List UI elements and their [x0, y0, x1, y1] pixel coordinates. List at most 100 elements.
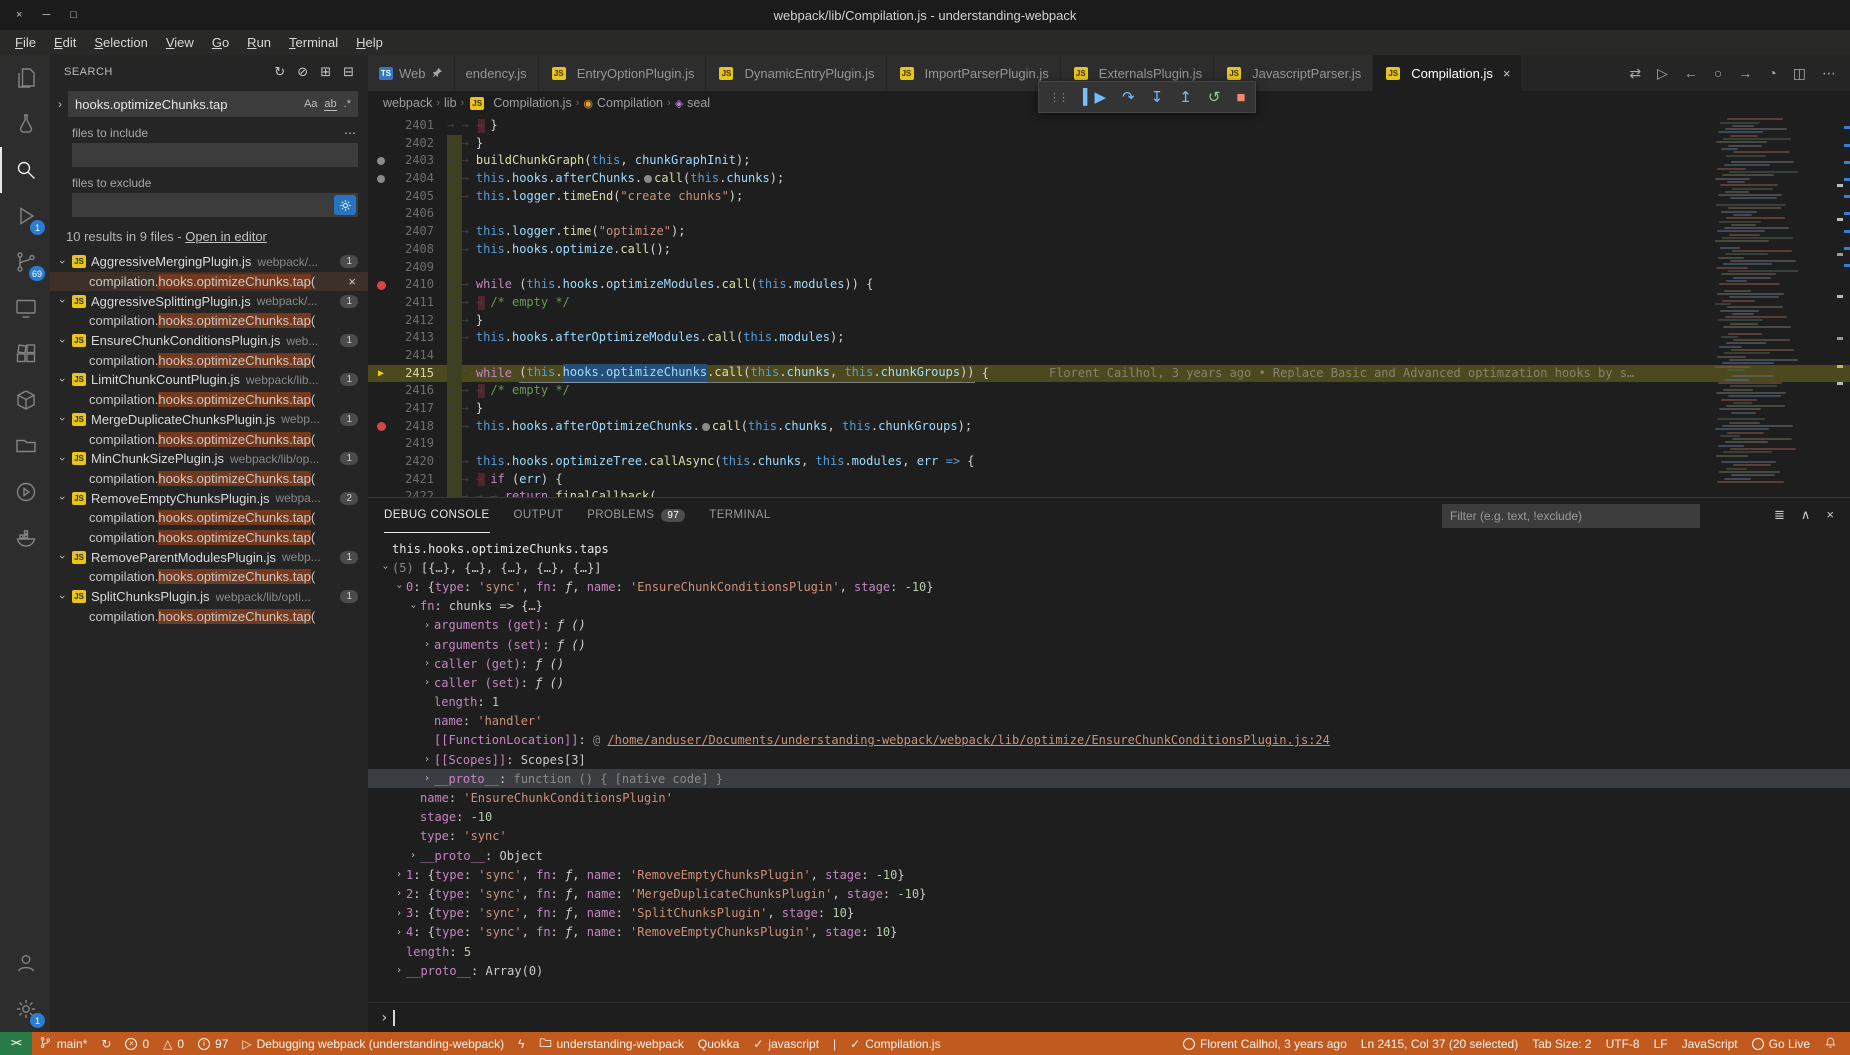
step-over-button[interactable]: ↷ — [1122, 88, 1135, 106]
breakpoint-gutter[interactable] — [368, 157, 394, 165]
search-result-file[interactable]: ›JSLimitChunkCountPlugin.jswebpack/lib..… — [50, 370, 368, 390]
step-into-button[interactable]: ↧ — [1151, 88, 1164, 106]
tab-dynamicentryplugin-js[interactable]: JSDynamicEntryPlugin.js — [706, 55, 885, 91]
chevron-collapsed-icon[interactable]: › — [420, 620, 434, 631]
console-row[interactable]: ›caller (get): ƒ () — [368, 654, 1850, 673]
console-row[interactable]: ›caller (set): ƒ () — [368, 673, 1850, 692]
search-match-row[interactable]: compilation.hooks.optimizeChunks.tap(× — [50, 272, 368, 292]
chevron-down-icon[interactable]: › — [56, 333, 68, 349]
status-debug-status[interactable]: ▷Debugging webpack (understanding-webpac… — [235, 1032, 511, 1055]
chevron-down-icon[interactable]: › — [56, 372, 68, 388]
status-sync[interactable]: ↻ — [94, 1032, 118, 1055]
files-to-include-input[interactable] — [72, 143, 358, 167]
clear-results-icon[interactable]: ⊘ — [297, 64, 308, 79]
split-editor-icon[interactable]: ◫ — [1793, 65, 1806, 82]
code-line-content[interactable]: →→while (this.hooks.optimizeChunks.call(… — [447, 365, 1850, 383]
menu-selection[interactable]: Selection — [85, 34, 156, 51]
search-match-row[interactable]: compilation.hooks.optimizeChunks.tap( — [50, 311, 368, 331]
activity-settings-icon[interactable]: 1 — [0, 986, 50, 1032]
search-match-row[interactable]: compilation.hooks.optimizeChunks.tap( — [50, 567, 368, 587]
code-line-content[interactable]: →→this.hooks.optimizeTree.callAsync(this… — [447, 453, 1850, 471]
chevron-collapsed-icon[interactable]: › — [420, 677, 434, 688]
breakpoint-gutter[interactable] — [368, 281, 394, 290]
breadcrumb-item-lib[interactable]: lib — [444, 96, 457, 110]
code-line[interactable]: ▶2415→→while (this.hooks.optimizeChunks.… — [368, 365, 1850, 383]
code-line-content[interactable]: →→this.hooks.afterOptimizeModules.call(t… — [447, 329, 1850, 347]
chevron-down-icon[interactable]: › — [56, 451, 68, 467]
restart-button[interactable]: ↺ — [1208, 88, 1221, 106]
activity-explorer-icon[interactable] — [0, 55, 50, 101]
status-quokka[interactable]: Quokka — [691, 1032, 746, 1055]
code-line[interactable]: 2402→→} — [368, 135, 1850, 153]
panel-tab-terminal[interactable]: TERMINAL — [709, 498, 770, 533]
status-encoding[interactable]: UTF-8 — [1599, 1032, 1647, 1055]
console-row[interactable]: ›4: {type: 'sync', fn: ƒ, name: 'RemoveE… — [368, 923, 1850, 942]
chevron-expanded-icon[interactable]: › — [408, 599, 419, 613]
console-row[interactable]: ›fn: chunks => {…} — [368, 597, 1850, 616]
code-line-content[interactable] — [447, 347, 1850, 365]
code-line-content[interactable]: →→→→return finalCallback( — [447, 488, 1850, 497]
code-line[interactable]: 2414 — [368, 347, 1850, 365]
toolbar-drag-handle[interactable]: ⋮⋮ — [1049, 91, 1067, 104]
tab-importparserplugin-js[interactable]: JSImportParserPlugin.js — [887, 55, 1060, 91]
activity-gitlens-icon[interactable] — [0, 101, 50, 147]
panel-tab-output[interactable]: OUTPUT — [514, 498, 564, 533]
minimize-window-icon[interactable]: ─ — [42, 9, 50, 21]
status-language[interactable]: JavaScript — [1675, 1032, 1745, 1055]
chevron-down-icon[interactable]: › — [56, 411, 68, 427]
menu-go[interactable]: Go — [203, 34, 238, 51]
status-eol[interactable]: LF — [1647, 1032, 1675, 1055]
search-match-row[interactable]: compilation.hooks.optimizeChunks.tap( — [50, 528, 368, 548]
close-window-icon[interactable]: × — [16, 9, 22, 21]
activity-accounts-icon[interactable] — [0, 940, 50, 986]
toggle-replace-icon[interactable]: › — [52, 97, 68, 111]
search-query[interactable]: hooks.optimizeChunks.tap — [75, 97, 297, 112]
code-line-content[interactable]: →→this.hooks.afterOptimizeChunks.call(th… — [447, 418, 1850, 436]
inline-breakpoint-icon[interactable] — [644, 175, 652, 183]
console-row[interactable]: ›__proto__: Object — [368, 846, 1850, 865]
code-line[interactable]: 2409 — [368, 259, 1850, 277]
maximize-window-icon[interactable]: □ — [70, 9, 77, 21]
search-result-file[interactable]: ›JSAggressiveSplittingPlugin.jswebpack/.… — [50, 291, 368, 311]
code-line[interactable]: 2403→→buildChunkGraph(this, chunkGraphIn… — [368, 152, 1850, 170]
search-input[interactable]: hooks.optimizeChunks.tap Aa ab .* — [68, 91, 358, 117]
code-line-content[interactable]: →→} — [447, 400, 1850, 418]
panel-tab-debug-console[interactable]: DEBUG CONSOLE — [384, 498, 490, 533]
whole-word-icon[interactable]: ab — [324, 98, 336, 111]
tab-endency-js[interactable]: endency.js — [455, 55, 538, 91]
console-row[interactable]: ›__proto__: function () { [native code] … — [368, 769, 1850, 788]
search-match-row[interactable]: compilation.hooks.optimizeChunks.tap( — [50, 606, 368, 626]
status-cursor-position[interactable]: Ln 2415, Col 37 (20 selected) — [1354, 1032, 1525, 1055]
code-line[interactable]: 2418→→this.hooks.afterOptimizeChunks.cal… — [368, 418, 1850, 436]
status-wallaby-file[interactable]: ✓Compilation.js — [843, 1032, 947, 1055]
chevron-collapsed-icon[interactable]: › — [420, 773, 434, 784]
status-warnings[interactable]: △0 — [156, 1032, 191, 1055]
breadcrumb-item-compilation-js[interactable]: JSCompilation.js — [468, 96, 572, 110]
next-change-icon[interactable]: → — [1738, 65, 1752, 81]
code-line-content[interactable]: →→buildChunkGraph(this, chunkGraphInit); — [447, 152, 1850, 170]
code-line[interactable]: 2408→→this.hooks.optimize.call(); — [368, 241, 1850, 259]
match-case-icon[interactable]: Aa — [304, 98, 317, 110]
console-filter-input[interactable]: Filter (e.g. text, !exclude) — [1442, 504, 1700, 528]
status-remote[interactable]: >< — [0, 1032, 32, 1055]
breakpoint-gutter[interactable] — [368, 422, 394, 431]
chevron-collapsed-icon[interactable]: › — [420, 754, 434, 765]
chevron-down-icon[interactable]: › — [56, 589, 68, 605]
menu-view[interactable]: View — [157, 34, 203, 51]
breakpoint-gutter[interactable]: ▶ — [368, 365, 394, 383]
code-line-content[interactable]: →→this.hooks.afterChunks.call(this.chunk… — [447, 170, 1850, 188]
maximize-panel-icon[interactable]: ∧ — [1801, 507, 1811, 523]
files-to-exclude-input[interactable] — [72, 193, 358, 217]
close-panel-icon[interactable]: × — [1826, 507, 1834, 523]
code-editor[interactable]: 2401→→→}2402→→}2403→→buildChunkGraph(thi… — [368, 115, 1850, 497]
search-result-file[interactable]: ›JSRemoveParentModulesPlugin.jswebp...1 — [50, 547, 368, 567]
dismiss-match-icon[interactable]: × — [348, 274, 356, 289]
console-row[interactable]: ›arguments (get): ƒ () — [368, 616, 1850, 635]
code-line[interactable]: 2413→→this.hooks.afterOptimizeModules.ca… — [368, 329, 1850, 347]
search-result-file[interactable]: ›JSMinChunkSizePlugin.jswebpack/lib/op..… — [50, 449, 368, 469]
output-actions-icon[interactable]: ≣ — [1774, 507, 1785, 523]
refresh-icon[interactable]: ↻ — [274, 64, 285, 79]
search-result-file[interactable]: ›JSMergeDuplicateChunksPlugin.jswebp...1 — [50, 410, 368, 430]
toggle-search-details-icon[interactable]: ⋯ — [344, 126, 356, 140]
code-line-content[interactable]: →→while (this.hooks.optimizeModules.call… — [447, 276, 1850, 294]
